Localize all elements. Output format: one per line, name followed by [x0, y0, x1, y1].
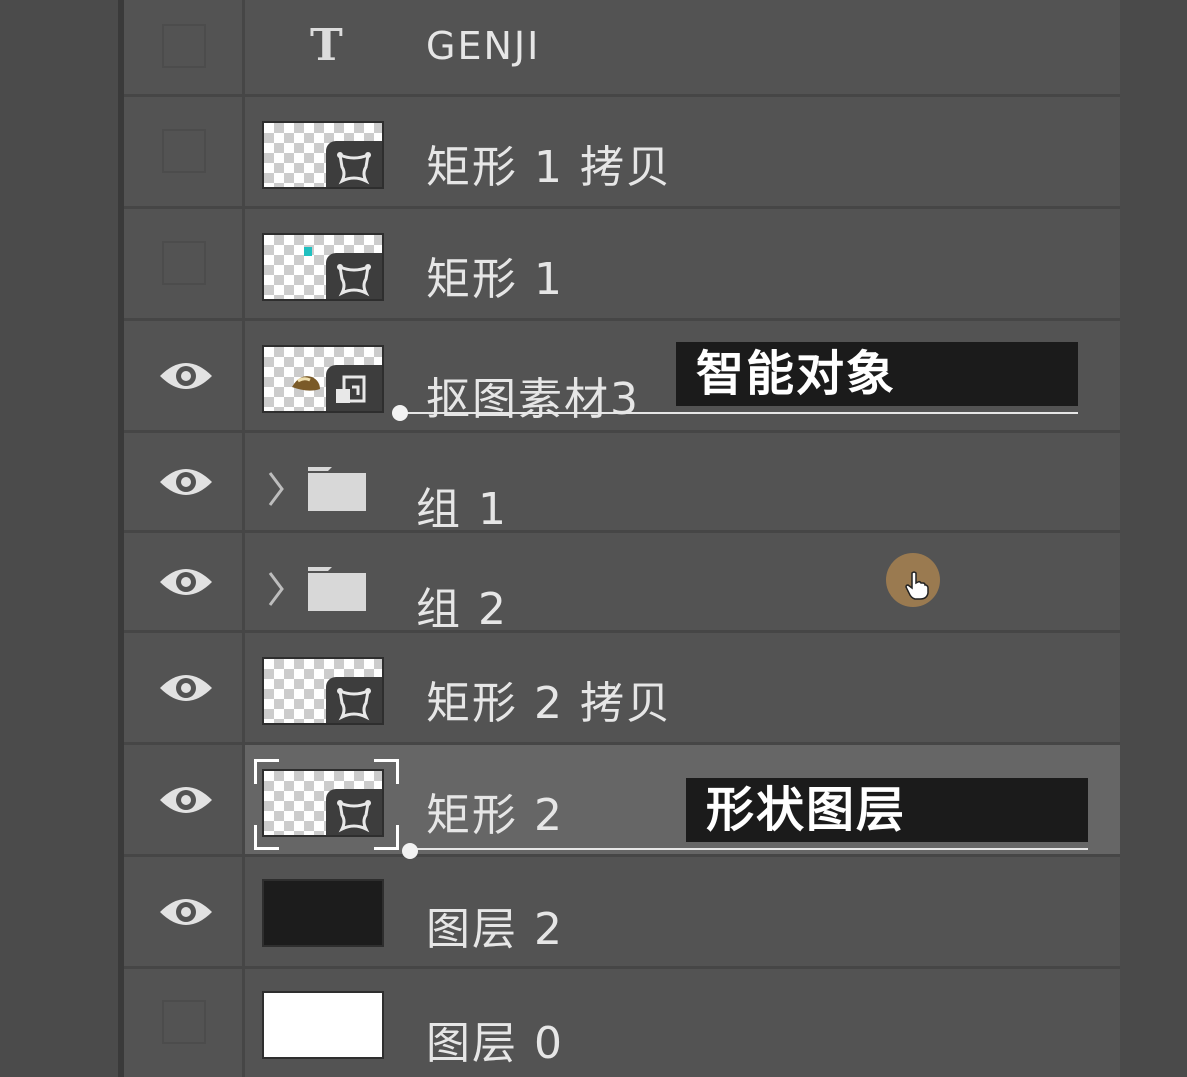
layer-thumbnail [262, 769, 384, 837]
text-layer-icon: T [310, 20, 343, 71]
layer-name[interactable]: 矩形 2 [426, 779, 564, 843]
layer-name[interactable]: 图层 2 [426, 893, 564, 957]
folder-icon [308, 467, 366, 511]
callout-pointer-line [400, 412, 1078, 414]
callout-pointer-dot [392, 405, 408, 421]
layer-name[interactable]: 抠图素材3 [426, 363, 640, 427]
visibility-toggle-off[interactable] [162, 128, 206, 173]
visibility-cell[interactable] [124, 209, 245, 318]
smart-object-icon [336, 375, 366, 403]
visibility-cell[interactable] [124, 633, 245, 742]
photo-thumbnail [292, 376, 320, 391]
layer-row-layer2[interactable]: 图层 2 [124, 857, 1120, 969]
shape-layer-icon [337, 264, 371, 297]
layer-thumbnail [262, 657, 384, 725]
smart-object-callout: 智能对象 [676, 342, 1078, 406]
visibility-cell[interactable] [124, 433, 245, 530]
eye-icon[interactable] [158, 780, 214, 820]
layer-row-rect1-copy[interactable]: 矩形 1 拷贝 [124, 97, 1120, 209]
selection-corner [374, 759, 399, 784]
visibility-cell[interactable] [124, 969, 245, 1077]
chevron-right-icon[interactable] [264, 569, 288, 609]
layers-panel: T GENJI 矩形 1 拷贝 矩形 1 抠图素材3 组 1 组 2 矩形 2 … [124, 0, 1120, 1077]
layer-thumbnail [262, 121, 384, 189]
selection-corner [254, 825, 279, 850]
eye-icon[interactable] [158, 562, 214, 602]
left-gutter [0, 0, 118, 1077]
layer-row-rect1[interactable]: 矩形 1 [124, 209, 1120, 321]
layer-thumbnail [262, 991, 384, 1059]
layer-name[interactable]: 组 2 [416, 573, 508, 637]
shape-layer-icon [337, 688, 371, 721]
folder-icon [308, 567, 366, 611]
selection-corner [374, 825, 399, 850]
scrollbar-track[interactable] [1120, 0, 1187, 1077]
eye-icon[interactable] [158, 462, 214, 502]
layer-thumbnail [262, 879, 384, 947]
visibility-cell[interactable] [124, 97, 245, 206]
layer-name[interactable]: 矩形 2 拷贝 [426, 667, 672, 731]
shape-layer-icon [337, 152, 371, 185]
thumbnail-detail [304, 247, 312, 256]
layer-thumbnail [262, 345, 384, 413]
layer-name[interactable]: 矩形 1 [426, 243, 564, 307]
layer-thumbnail [262, 233, 384, 301]
visibility-cell[interactable] [124, 533, 245, 630]
visibility-cell[interactable] [124, 0, 245, 94]
smart-object-badge [326, 365, 382, 411]
selection-corner [254, 759, 279, 784]
layer-row-layer0[interactable]: 图层 0 [124, 969, 1120, 1077]
vector-mask-badge [326, 253, 382, 299]
layer-row-rect2-copy[interactable]: 矩形 2 拷贝 [124, 633, 1120, 745]
visibility-toggle-off[interactable] [162, 240, 206, 285]
layer-name[interactable]: 图层 0 [426, 1007, 564, 1071]
eye-icon[interactable] [158, 668, 214, 708]
vector-mask-badge [326, 141, 382, 187]
chevron-right-icon[interactable] [264, 469, 288, 509]
callout-pointer-line [410, 848, 1088, 850]
visibility-toggle-off[interactable] [162, 1000, 206, 1044]
callout-pointer-dot [402, 843, 418, 859]
visibility-cell[interactable] [124, 745, 245, 854]
visibility-cell[interactable] [124, 857, 245, 966]
layer-name[interactable]: GENJI [426, 24, 540, 68]
vector-mask-badge [326, 677, 382, 723]
layer-name[interactable]: 矩形 1 拷贝 [426, 131, 672, 195]
eye-icon[interactable] [158, 356, 214, 396]
layer-row-group1[interactable]: 组 1 [124, 433, 1120, 535]
visibility-cell[interactable] [124, 321, 245, 430]
visibility-toggle-off[interactable] [162, 24, 206, 68]
shape-layer-callout: 形状图层 [686, 778, 1088, 842]
layer-name[interactable]: 组 1 [416, 473, 508, 537]
layer-row-group2[interactable]: 组 2 [124, 533, 1120, 635]
layer-row-genji[interactable]: T GENJI [124, 0, 1120, 97]
hand-cursor-icon [905, 571, 929, 600]
eye-icon[interactable] [158, 892, 214, 932]
